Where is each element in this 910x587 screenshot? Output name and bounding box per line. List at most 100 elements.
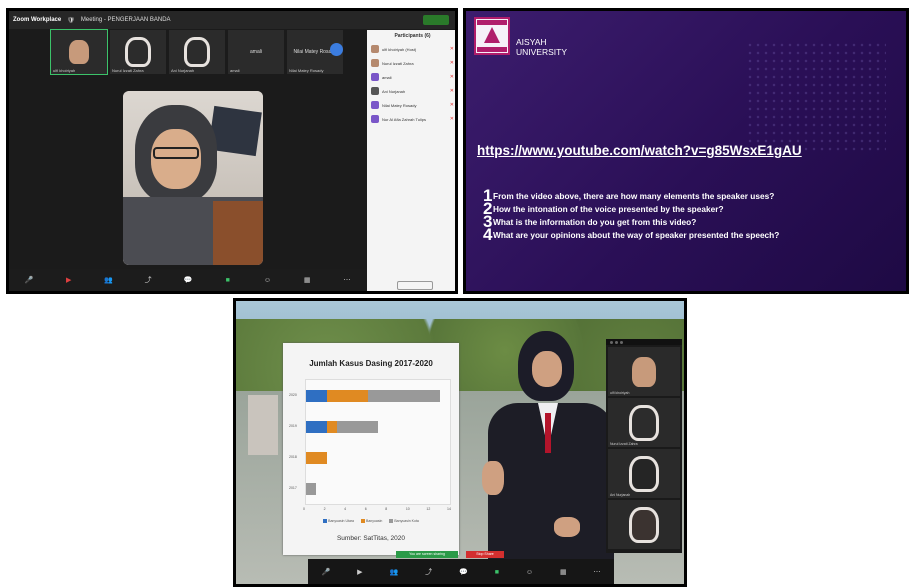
zoom-title-bar: Zoom Workplace 🛡 Meeting - PENGERJAAN BA… xyxy=(9,11,455,29)
avatar xyxy=(371,101,379,109)
participants-icon[interactable]: 👥 xyxy=(103,276,113,284)
record-icon[interactable]: ■ xyxy=(223,277,233,284)
chart-bar xyxy=(306,482,317,495)
gallery-tile[interactable]: Ani Nurjanah xyxy=(169,30,225,74)
participant-row[interactable]: ulfi khoiriyah (Host) ✕ xyxy=(367,42,455,56)
y-tick-label: 2019 xyxy=(289,423,297,428)
mic-muted-icon[interactable]: ✕ xyxy=(450,60,454,66)
participant-name: amali xyxy=(382,74,392,80)
gallery-strip: ulfi khoiriyah Nurul Izzati Zahra Ani Nu… xyxy=(50,29,343,75)
avatar xyxy=(371,73,379,81)
question-text: From the video above, there are how many… xyxy=(493,190,775,201)
avatar xyxy=(371,59,379,67)
mic-icon[interactable]: 🎤 xyxy=(321,568,330,576)
x-tick-label: 10 xyxy=(405,507,410,511)
video-icon[interactable]: ▶ xyxy=(64,276,74,284)
participant-video xyxy=(184,37,210,67)
x-tick-label: 4 xyxy=(344,507,347,511)
participant-name: ulfi khoiriyah (Host) xyxy=(382,46,417,52)
gallery-tile[interactable]: Ani Nurjanah xyxy=(608,449,680,498)
reactions-icon[interactable]: ☺ xyxy=(526,569,533,576)
gallery-name: ulfi khoiriyah xyxy=(610,391,630,395)
chat-icon[interactable]: 💬 xyxy=(459,568,468,576)
participant-row[interactable]: Nilai Matey Rosady ✕ xyxy=(367,98,455,112)
x-tick-label: 6 xyxy=(364,507,367,511)
decorative-world-map xyxy=(746,41,886,151)
zoom-meeting-panel: Zoom Workplace 🛡 Meeting - PENGERJAAN BA… xyxy=(6,8,458,294)
shield-icon: 🛡 xyxy=(67,17,75,24)
x-tick-label: 12 xyxy=(426,507,431,511)
participant-row[interactable]: amali ✕ xyxy=(367,70,455,84)
presenter-figure xyxy=(482,329,622,584)
x-tick-label: 14 xyxy=(447,507,451,511)
gallery-tile[interactable]: ulfi khoiriyah xyxy=(608,347,680,396)
participant-row[interactable]: Ani Nurjanah ✕ xyxy=(367,84,455,98)
question-list: 1 From the video above, there are how man… xyxy=(483,187,906,244)
more-icon[interactable]: ⋯ xyxy=(594,568,601,576)
participant-name: Ani Nurjanah xyxy=(382,88,406,94)
zoom-app-name: Zoom Workplace xyxy=(13,17,62,23)
participants-panel: Participants (6) ulfi khoiriyah (Host) ✕ … xyxy=(367,30,455,291)
gallery-tile[interactable]: Nurul Izzati Zahra xyxy=(110,30,166,74)
legend-item: Banyuasin Utara xyxy=(323,519,354,524)
participant-row[interactable]: Nur Al Afia Zahrah Tulips ✕ xyxy=(367,112,455,126)
university-logo xyxy=(474,17,510,55)
chart-title: Jumlah Kasus Dasing 2017-2020 xyxy=(309,359,433,368)
y-tick-label: 2017 xyxy=(289,485,297,490)
record-icon[interactable]: ■ xyxy=(495,569,499,576)
avatar xyxy=(371,45,379,53)
participants-header: Participants (6) xyxy=(394,33,431,39)
chart-bar xyxy=(336,420,378,433)
stop-share-button[interactable]: Stop Share xyxy=(466,551,504,558)
reactions-icon[interactable]: ☺ xyxy=(262,277,272,284)
mic-muted-icon[interactable]: ✕ xyxy=(450,102,454,108)
university-name: AISYAH UNIVERSITY xyxy=(516,37,568,57)
apps-icon[interactable]: ▦ xyxy=(302,276,312,284)
chart-bar xyxy=(306,451,327,464)
apps-icon[interactable]: ▦ xyxy=(560,568,567,576)
participant-name: Nilai Matey Rosady xyxy=(382,102,417,108)
chart-bar xyxy=(326,420,337,433)
participant-name: Nur Al Afia Zahrah Tulips xyxy=(382,116,427,122)
mic-muted-icon[interactable]: ✕ xyxy=(450,46,454,52)
participants-icon[interactable]: 👥 xyxy=(389,568,398,576)
y-tick-label: 2020 xyxy=(289,392,297,397)
question-item: 3 What is the information do you get from… xyxy=(483,213,906,230)
chart-bar xyxy=(306,389,327,402)
share-icon[interactable]: ⤴ xyxy=(425,567,432,577)
gallery-tile[interactable] xyxy=(608,500,680,549)
legend-item: Banyuasin xyxy=(361,519,382,524)
legend-item: Banyuasin Kota xyxy=(389,519,419,524)
question-item: 1 From the video above, there are how man… xyxy=(483,187,906,204)
chat-icon[interactable]: 💬 xyxy=(183,276,193,284)
next-page-icon[interactable] xyxy=(330,43,343,56)
more-icon[interactable]: ⋯ xyxy=(342,276,352,284)
mic-icon[interactable]: 🎤 xyxy=(24,276,34,284)
mic-muted-icon[interactable]: ✕ xyxy=(450,116,454,122)
participant-video xyxy=(125,37,151,67)
mic-muted-icon[interactable]: ✕ xyxy=(450,88,454,94)
gallery-tile[interactable]: amali amali xyxy=(228,30,284,74)
presenter-toolbar: 🎤 ▶ 👥 ⤴ 💬 ■ ☺ ▦ ⋯ xyxy=(308,559,614,584)
question-number: 4 xyxy=(483,225,493,244)
chart-card: Jumlah Kasus Dasing 2017-2020 Banyuasin … xyxy=(283,343,459,555)
question-text: What is the information do you get from … xyxy=(493,216,697,227)
share-icon[interactable]: ⤴ xyxy=(143,275,153,285)
gallery-tile[interactable]: ulfi khoiriyah xyxy=(50,29,108,75)
video-link[interactable]: https://www.youtube.com/watch?v=g85WsxE1… xyxy=(477,143,802,158)
invite-button[interactable] xyxy=(397,281,433,290)
chart-legend: Banyuasin Utara Banyuasin Banyuasin Kota xyxy=(283,519,459,524)
gallery-tile[interactable]: Nurul Izzati Zahra xyxy=(608,398,680,447)
mic-muted-icon[interactable]: ✕ xyxy=(450,74,454,80)
participant-row[interactable]: Nurul Izzati Zahra ✕ xyxy=(367,56,455,70)
video-icon[interactable]: ▶ xyxy=(357,568,362,576)
question-item: 4 What are your opinions about the way of… xyxy=(483,225,906,244)
gallery-name: Nurul Izzati Zahra xyxy=(610,442,638,446)
meeting-title: Meeting - PENGERJAAN BANDA xyxy=(80,17,171,23)
gallery-controls[interactable] xyxy=(606,339,682,345)
view-button[interactable] xyxy=(423,15,449,25)
slide-panel: AISYAH UNIVERSITY https://www.youtube.co… xyxy=(463,8,909,294)
question-text: What are your opinions about the way of … xyxy=(493,229,780,240)
presenter-gallery: ulfi khoiriyah Nurul Izzati Zahra Ani Nu… xyxy=(606,339,682,553)
chart-bar xyxy=(306,420,327,433)
